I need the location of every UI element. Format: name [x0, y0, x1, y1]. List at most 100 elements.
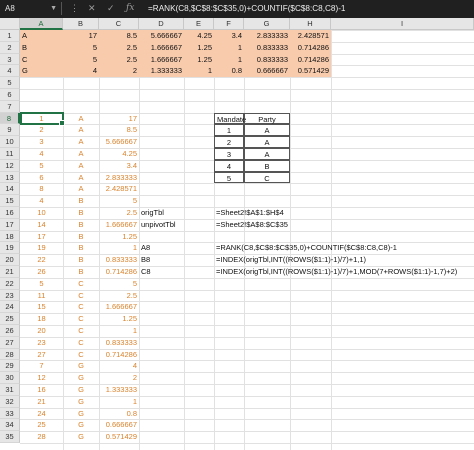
row-header-1[interactable]: 1	[0, 30, 20, 42]
mandate-table-cell[interactable]: B	[244, 159, 290, 172]
cell[interactable]: G	[63, 384, 99, 396]
enter-icon[interactable]: ✓	[107, 2, 115, 15]
row-header-3[interactable]: 3	[0, 53, 20, 66]
cell[interactable]: 1.333333	[139, 65, 184, 78]
cell[interactable]: B	[63, 231, 99, 243]
cell[interactable]: 10	[20, 207, 63, 219]
cell[interactable]: 4	[99, 360, 139, 372]
cell[interactable]: 12	[20, 372, 63, 384]
mandate-table-cell[interactable]: 4	[214, 159, 244, 172]
cell[interactable]: G	[63, 431, 99, 443]
cell[interactable]: A	[63, 172, 99, 184]
cell[interactable]: C	[63, 325, 99, 337]
note-formula[interactable]: =Sheet2!$A$1:$H$4	[214, 207, 286, 219]
cell[interactable]: 0.833333	[244, 53, 290, 66]
row-header-35[interactable]: 35	[0, 431, 20, 443]
cell[interactable]: G	[63, 372, 99, 384]
cell[interactable]: 1	[214, 53, 244, 66]
cell[interactable]: 2.833333	[99, 172, 139, 184]
cell[interactable]: 14	[20, 219, 63, 231]
note-label[interactable]: unpivotTbl	[139, 219, 184, 231]
cell[interactable]: C	[63, 301, 99, 313]
cell[interactable]: 5	[99, 195, 139, 207]
row-header-19[interactable]: 19	[0, 242, 20, 255]
cell[interactable]: 5	[63, 53, 99, 66]
more-options-icon[interactable]: ⋮	[70, 2, 79, 15]
cell[interactable]: 2.5	[99, 290, 139, 302]
cell[interactable]: B	[63, 254, 99, 266]
row-header-22[interactable]: 22	[0, 277, 20, 290]
row-header-28[interactable]: 28	[0, 348, 20, 361]
select-all-corner[interactable]	[0, 18, 20, 30]
row-header-10[interactable]: 10	[0, 136, 20, 148]
cell[interactable]: 3.4	[99, 160, 139, 172]
column-header-b[interactable]: B	[63, 18, 99, 30]
cell[interactable]: 4.25	[184, 30, 214, 42]
cell[interactable]: 5	[20, 160, 63, 172]
cell[interactable]: G	[63, 360, 99, 372]
mandate-table-cell[interactable]: A	[244, 136, 290, 148]
column-header-h[interactable]: H	[290, 18, 331, 30]
cell[interactable]: 22	[20, 254, 63, 266]
cell[interactable]: 1	[99, 396, 139, 408]
row-header-12[interactable]: 12	[0, 159, 20, 172]
cell[interactable]: 4	[20, 195, 63, 207]
cell[interactable]: 2	[20, 124, 63, 136]
note-formula[interactable]: =INDEX(origTbl,INT((ROWS($1:1)-1)/7)+1,M…	[214, 266, 459, 278]
cell[interactable]: A	[63, 136, 99, 148]
cell[interactable]: 27	[20, 349, 63, 361]
cell[interactable]: 17	[20, 231, 63, 243]
cell[interactable]: 8	[20, 183, 63, 195]
cell[interactable]: 25	[20, 419, 63, 431]
mandate-table-cell[interactable]: A	[244, 124, 290, 137]
active-cell-selection[interactable]	[20, 112, 65, 126]
row-header-7[interactable]: 7	[0, 100, 20, 113]
note-formula[interactable]: =INDEX(origTbl,INT((ROWS($1:1)-1)/7)+1,1…	[214, 254, 368, 266]
row-header-27[interactable]: 27	[0, 336, 20, 349]
cell[interactable]: 1	[99, 242, 139, 254]
cell[interactable]: 6	[20, 172, 63, 184]
row-header-23[interactable]: 23	[0, 289, 20, 302]
cell[interactable]: 1	[214, 41, 244, 54]
cell[interactable]: 26	[20, 266, 63, 278]
cell[interactable]: 17	[99, 113, 139, 125]
cell[interactable]: B	[20, 41, 63, 54]
cell[interactable]: 1.25	[99, 231, 139, 243]
cancel-icon[interactable]: ✕	[88, 2, 96, 15]
cell[interactable]: 1	[184, 65, 214, 78]
cell[interactable]: B	[63, 219, 99, 231]
mandate-table-cell[interactable]: 5	[214, 171, 244, 184]
cell[interactable]: 20	[20, 325, 63, 337]
cell[interactable]: 5	[99, 278, 139, 290]
row-header-13[interactable]: 13	[0, 171, 20, 184]
cell[interactable]: 0.8	[214, 65, 244, 78]
column-header-a[interactable]: A	[20, 18, 63, 30]
cell[interactable]: 15	[20, 301, 63, 313]
mandate-table-cell[interactable]: 2	[214, 136, 244, 148]
cell[interactable]: 1.25	[184, 41, 214, 54]
cell[interactable]: 11	[20, 290, 63, 302]
cell[interactable]: 5.666667	[99, 136, 139, 148]
cell[interactable]: C	[63, 278, 99, 290]
cell[interactable]: 1.333333	[99, 384, 139, 396]
cell[interactable]: 23	[20, 337, 63, 349]
row-header-20[interactable]: 20	[0, 254, 20, 266]
cell[interactable]: 4	[63, 65, 99, 78]
cell[interactable]: C	[63, 313, 99, 325]
cell[interactable]: G	[63, 396, 99, 408]
cell[interactable]: C	[63, 349, 99, 361]
cell[interactable]: 2.833333	[244, 30, 290, 42]
cell[interactable]: 3	[20, 136, 63, 148]
formula-input[interactable]: =RANK(C8,$C$8:$C$35,0)+COUNTIF($C$8:C8,C…	[148, 2, 345, 15]
mandate-table-cell[interactable]: 1	[214, 124, 244, 137]
note-label[interactable]: B8	[139, 254, 184, 266]
cell[interactable]: 0.666667	[99, 419, 139, 431]
cell[interactable]: G	[20, 65, 63, 78]
cell[interactable]: 0.833333	[99, 337, 139, 349]
cell[interactable]: 1.666667	[139, 41, 184, 54]
row-header-8[interactable]: 8	[0, 112, 20, 125]
cell[interactable]: A	[63, 124, 99, 136]
note-label[interactable]: A8	[139, 242, 184, 254]
cell[interactable]: 2.5	[99, 53, 139, 66]
row-header-18[interactable]: 18	[0, 230, 20, 243]
